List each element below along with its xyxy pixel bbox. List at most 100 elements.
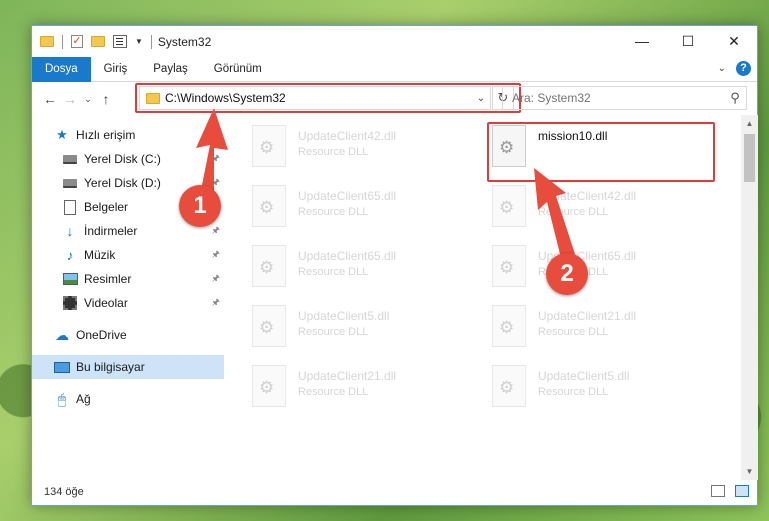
file-name: UpdateClient42.dll [538, 189, 637, 203]
download-icon: ↓ [66, 223, 74, 239]
file-item[interactable]: UpdateClient65.dll Resource DLL [230, 241, 450, 297]
file-name: UpdateClient21.dll [538, 309, 637, 323]
help-icon[interactable]: ? [736, 61, 751, 76]
file-name: UpdateClient65.dll [298, 189, 397, 203]
sidebar-item-label: Bu bilgisayar [76, 360, 145, 374]
tab-share[interactable]: Paylaş [140, 57, 201, 82]
separator [150, 34, 152, 49]
sidebar-item-label: Yerel Disk (C:) [84, 152, 161, 166]
dll-file-icon [492, 365, 526, 407]
quick-access-toolbar: ✓ ▼ [32, 34, 152, 49]
ribbon-tabs: Dosya Giriş Paylaş Görünüm ⌄ ? [32, 56, 757, 82]
pin-icon: 🖈 [211, 249, 220, 259]
drive-icon [62, 151, 78, 167]
tab-view[interactable]: Görünüm [201, 57, 275, 82]
sidebar-item-this-pc[interactable]: Bu bilgisayar [32, 355, 224, 379]
tab-file[interactable]: Dosya [32, 56, 91, 82]
document-icon [62, 199, 78, 215]
step-1-badge: 1 [179, 185, 221, 227]
tab-home[interactable]: Giriş [91, 57, 141, 82]
file-item[interactable]: UpdateClient65.dll Resource DLL [230, 181, 450, 237]
file-type: Resource DLL [538, 206, 609, 218]
properties-check-icon[interactable]: ✓ [71, 35, 83, 48]
sidebar-item-label: Belgeler [84, 200, 129, 214]
dll-file-icon [492, 305, 526, 347]
scroll-thumb[interactable] [744, 134, 755, 182]
sidebar-item-local-disk-c[interactable]: Yerel Disk (C:) 🖈 [32, 147, 224, 171]
drive-icon [62, 175, 78, 191]
file-highlight-box [487, 122, 715, 182]
minimize-button[interactable]: — [619, 26, 665, 56]
back-arrow-icon[interactable]: ← [40, 91, 60, 107]
dll-file-icon [492, 245, 526, 287]
status-bar: 134 öğe [32, 479, 757, 505]
file-item[interactable]: UpdateClient42.dll Resource DLL [470, 181, 690, 237]
step-2-badge: 2 [546, 253, 588, 295]
expand-ribbon-chevron-icon[interactable]: ⌄ [718, 63, 726, 74]
file-item[interactable]: UpdateClient42.dll Resource DLL [230, 121, 450, 177]
window-controls: — ☐ ✕ [619, 26, 757, 56]
navigation-bar: ← → ⌄ ↑ C:\Windows\System32 ⌄ ↻ ⚲ [32, 83, 757, 115]
dll-file-icon [252, 125, 286, 167]
item-count: 134 öğe [44, 486, 84, 498]
file-item[interactable]: UpdateClient21.dll Resource DLL [230, 361, 450, 417]
file-name: UpdateClient21.dll [298, 369, 397, 383]
video-icon [62, 295, 78, 311]
network-icon: 🖱 [57, 390, 67, 407]
sidebar-item-label: Müzik [84, 248, 116, 262]
sidebar-item-pictures[interactable]: Resimler 🖈 [32, 267, 224, 291]
sidebar-item-label: Ağ [76, 392, 91, 406]
music-icon: ♪ [66, 247, 74, 263]
file-name: UpdateClient5.dll [538, 369, 630, 383]
dll-file-icon [492, 185, 526, 227]
file-name: UpdateClient5.dll [298, 309, 390, 323]
search-icon[interactable]: ⚲ [724, 90, 746, 106]
sidebar-item-videos[interactable]: Videolar 🖈 [32, 291, 224, 315]
file-item[interactable]: UpdateClient5.dll Resource DLL [230, 301, 450, 357]
dll-file-icon [252, 305, 286, 347]
title-bar: ✓ ▼ System32 — ☐ ✕ [32, 26, 757, 57]
new-folder-icon[interactable] [91, 36, 105, 47]
sidebar-item-label: Videolar [84, 296, 128, 310]
sidebar-item-label: İndirmeler [84, 224, 138, 238]
file-type: Resource DLL [298, 146, 369, 158]
dll-file-icon [252, 365, 286, 407]
star-icon: ★ [56, 127, 68, 142]
dll-file-icon [252, 185, 286, 227]
scroll-down-icon[interactable]: ▼ [741, 463, 758, 480]
search-input[interactable] [512, 91, 724, 105]
sidebar-item-music[interactable]: ♪ Müzik 🖈 [32, 243, 224, 267]
file-name: UpdateClient42.dll [298, 129, 397, 143]
pin-icon: 🖈 [211, 297, 220, 307]
file-type: Resource DLL [298, 386, 369, 398]
tiles-view-icon[interactable] [735, 485, 749, 497]
separator [62, 34, 63, 49]
window-title: System32 [157, 34, 212, 49]
file-name: UpdateClient65.dll [298, 249, 397, 263]
file-item[interactable]: UpdateClient5.dll Resource DLL [470, 361, 690, 417]
details-view-icon[interactable] [711, 485, 725, 497]
search-box[interactable]: ⚲ [502, 86, 747, 110]
close-button[interactable]: ✕ [711, 26, 757, 56]
vertical-scrollbar[interactable]: ▲ ▼ [741, 115, 758, 480]
address-highlight-box [135, 83, 521, 113]
sidebar-item-onedrive[interactable]: ☁ OneDrive [32, 323, 224, 347]
file-item[interactable]: UpdateClient21.dll Resource DLL [470, 301, 690, 357]
pin-icon: 🖈 [211, 273, 220, 283]
up-arrow-icon[interactable]: ↑ [96, 91, 116, 107]
recent-locations-chevron-icon[interactable]: ⌄ [80, 94, 96, 105]
properties-icon[interactable] [113, 35, 127, 48]
pin-icon: 🖈 [211, 225, 220, 235]
sidebar-item-label: Resimler [84, 272, 132, 286]
sidebar-item-quick-access[interactable]: ★ Hızlı erişim [32, 123, 224, 147]
forward-arrow-icon[interactable]: → [60, 91, 80, 107]
maximize-button[interactable]: ☐ [665, 26, 711, 56]
customize-toolbar-chevron-icon[interactable]: ▼ [135, 37, 143, 46]
sidebar-item-network[interactable]: 🖱 Ağ [32, 387, 224, 411]
file-type: Resource DLL [538, 326, 609, 338]
sidebar-item-label: OneDrive [76, 328, 127, 342]
folder-icon[interactable] [40, 36, 54, 47]
pin-icon: 🖈 [211, 153, 220, 163]
sidebar-item-label: Yerel Disk (D:) [84, 176, 161, 190]
scroll-up-icon[interactable]: ▲ [741, 115, 758, 132]
